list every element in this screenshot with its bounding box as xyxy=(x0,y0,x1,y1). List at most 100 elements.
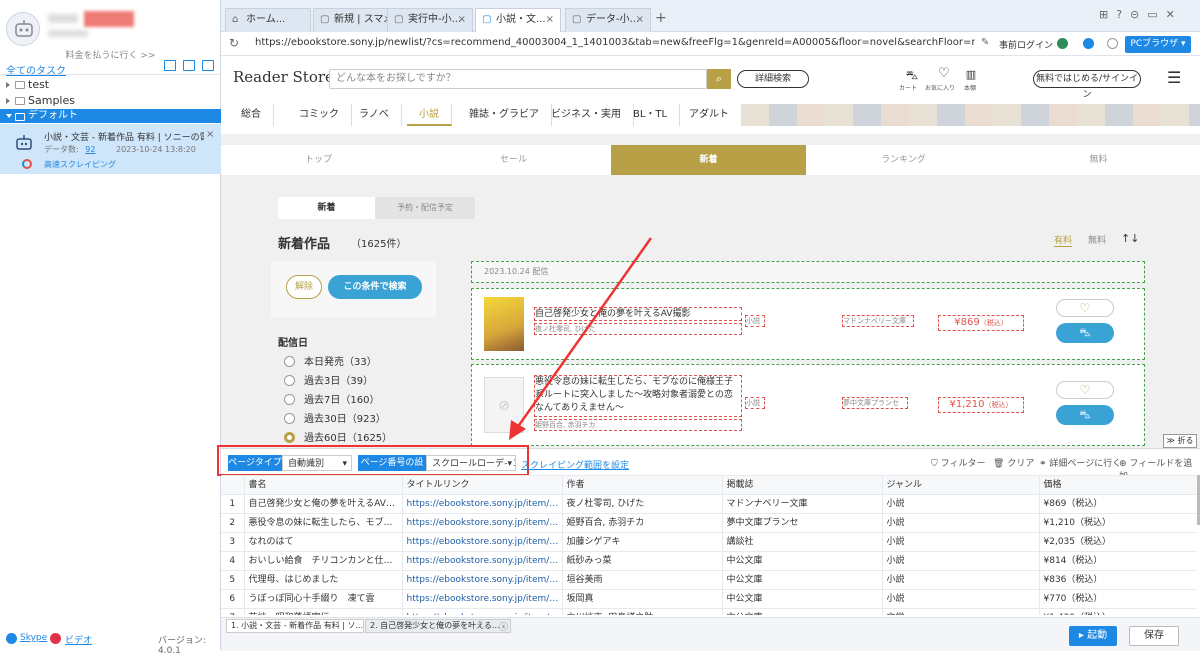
table-cell[interactable]: 小説 xyxy=(882,532,1040,552)
table-cell[interactable]: 垣谷美雨 xyxy=(562,570,723,590)
folder-samples[interactable]: Samples xyxy=(0,93,221,109)
close-icon[interactable]: × xyxy=(206,129,214,140)
table-cell[interactable]: ¥814（税込） xyxy=(1039,551,1197,571)
youtube-icon[interactable] xyxy=(50,633,61,644)
date-option[interactable]: 過去30日（923） xyxy=(284,410,386,425)
window-controls[interactable]: ⊞?⊝▭✕ xyxy=(1099,8,1183,21)
table-cell[interactable]: ¥836（税込） xyxy=(1039,570,1197,590)
skype-link[interactable]: Skype xyxy=(20,633,47,643)
table-cell[interactable]: マドンナベリー文庫 xyxy=(722,494,883,514)
table-cell[interactable]: 文学 xyxy=(882,608,1040,615)
close-icon[interactable]: ⓧ xyxy=(499,620,508,633)
task-item[interactable]: 小説・文芸 - 新着作品 有料 | ソニーの電子... × データ数: 92 2… xyxy=(0,124,221,174)
video-link[interactable]: ビデオ xyxy=(65,633,92,646)
chevron-down-icon[interactable] xyxy=(6,114,12,118)
table-cell[interactable]: https://ebookstore.sony.jp/item/BT000144… xyxy=(402,570,563,590)
radio-button[interactable] xyxy=(284,375,295,386)
scrape-range-link[interactable]: スクレイピング範囲を設定 xyxy=(521,458,629,471)
browser-tab-active[interactable]: ▢ 小説・文... × xyxy=(475,8,561,32)
column-header[interactable]: 書名 xyxy=(244,476,403,495)
table-row[interactable]: 3 なれのはて https://ebookstore.sony.jp/item/BT… xyxy=(221,532,1197,552)
table-cell[interactable]: 自己啓発少女と俺の夢を叶えるAV撮影 xyxy=(244,494,403,514)
reload-icon[interactable]: ↻ xyxy=(229,36,239,50)
table-cell[interactable]: https://ebookstore.sony.jp/item/BT000144… xyxy=(402,513,563,533)
export-icon[interactable] xyxy=(202,60,214,71)
radio-button[interactable] xyxy=(284,413,295,424)
table-row[interactable]: 4おいしい給食 チリコンカンと仕事の友達https://ebookstore.s… xyxy=(221,551,1197,571)
status-icon[interactable] xyxy=(1083,38,1094,49)
save-button[interactable]: 保存 xyxy=(1129,626,1179,646)
radio-button[interactable] xyxy=(284,432,295,443)
table-cell[interactable]: おいしい給食 チリコンカンと仕事の友達 xyxy=(244,551,403,571)
login-button[interactable]: 事前ログイン xyxy=(999,38,1053,51)
date-option[interactable]: 本日発売（33） xyxy=(284,353,377,368)
table-cell[interactable]: 小説 xyxy=(882,589,1040,609)
status-icon[interactable] xyxy=(1107,38,1118,49)
new-folder-icon[interactable] xyxy=(183,60,195,71)
table-cell[interactable]: ¥1,430（税込） xyxy=(1039,608,1197,615)
skype-icon[interactable] xyxy=(6,633,17,644)
table-row[interactable]: 6 うぽっぽ同心十手綴り 凍て雲 https://ebookstore.sony.j… xyxy=(221,589,1197,609)
table-row[interactable]: 5 代理母、はじめました https://ebookstore.sony.jp/it… xyxy=(221,570,1197,590)
table-cell[interactable]: 小説 xyxy=(882,570,1040,590)
clear-data-button[interactable]: 🗑 クリア xyxy=(993,456,1034,469)
table-cell[interactable]: 姫野百合, 赤羽チカ xyxy=(562,513,723,533)
table-cell[interactable]: 悪役令息の妹に転生したら、モブなのに俺... xyxy=(244,513,403,533)
start-button[interactable]: ▸ 起動 xyxy=(1069,626,1117,646)
table-cell[interactable]: 中公文庫 xyxy=(722,589,883,609)
table-cell[interactable]: 夢中文庫プランセ xyxy=(722,513,883,533)
table-cell[interactable]: ¥770（税込） xyxy=(1039,589,1197,609)
status-icon[interactable] xyxy=(1057,38,1068,49)
pc-browser-button[interactable]: PCブラウザ ▾ xyxy=(1125,36,1191,53)
radio-button[interactable] xyxy=(284,356,295,367)
data-count[interactable]: 92 xyxy=(85,145,95,154)
filter-button[interactable]: ⛉ フィルター xyxy=(931,456,985,469)
table-cell[interactable]: https://ebookstore.sony.jp/item/BT000144… xyxy=(402,589,563,609)
edit-icon[interactable]: ✎ xyxy=(981,37,989,48)
avatar[interactable] xyxy=(6,12,40,46)
table-cell[interactable]: ¥869（税込） xyxy=(1039,494,1197,514)
date-option[interactable]: 過去3日（39） xyxy=(284,372,373,387)
close-icon[interactable]: × xyxy=(458,9,466,31)
table-cell[interactable]: 坂岡真 xyxy=(562,589,723,609)
table-cell[interactable]: 中公文庫 xyxy=(722,608,883,615)
table-cell[interactable]: 小説 xyxy=(882,494,1040,514)
folder-default[interactable]: デフォルト xyxy=(0,109,221,123)
table-cell[interactable]: https://ebookstore.sony.jp/item/BT000143… xyxy=(402,494,563,514)
table-cell[interactable]: 講談社 xyxy=(722,532,883,552)
column-header[interactable]: タイトルリンク xyxy=(402,476,563,495)
table-cell[interactable]: ¥1,210（税込） xyxy=(1039,513,1197,533)
browser-tab[interactable]: ⌂ ホーム... xyxy=(225,8,311,32)
table-row[interactable]: 2悪役令息の妹に転生したら、モブなのに俺...https://ebookstor… xyxy=(221,513,1197,533)
table-cell[interactable]: 紙砂みっ菜 xyxy=(562,551,723,571)
table-cell[interactable]: 中公文庫 xyxy=(722,570,883,590)
chevron-right-icon[interactable] xyxy=(6,82,10,88)
import-icon[interactable] xyxy=(164,60,176,71)
result-tab[interactable]: 2. 自己啓発少女と俺の夢を叶える... xyxy=(365,619,511,633)
browser-tab[interactable]: ▢ 実行中-小... × xyxy=(387,8,473,32)
table-cell[interactable]: 加藤シゲアキ xyxy=(562,532,723,552)
table-row[interactable]: 1 自己啓発少女と俺の夢を叶えるAV撮影 https://ebookstore.so… xyxy=(221,494,1197,514)
column-header[interactable]: 掲載誌 xyxy=(722,476,883,495)
table-cell[interactable]: https://ebookstore.sony.jp/item/BT000144… xyxy=(402,608,563,615)
close-icon[interactable]: × xyxy=(546,9,554,31)
radio-button[interactable] xyxy=(284,394,295,405)
column-header[interactable]: ジャンル xyxy=(882,476,1040,495)
table-cell[interactable]: なれのはて xyxy=(244,532,403,552)
close-icon[interactable]: × xyxy=(636,9,644,31)
table-row[interactable]: 7芸談 昭和落語家伝https://ebookstore.sony.jp/ite… xyxy=(221,608,1197,615)
date-option[interactable]: 過去7日（160） xyxy=(284,391,379,406)
table-cell[interactable]: https://ebookstore.sony.jp/item/BT000144… xyxy=(402,551,563,571)
column-header[interactable]: 価格 xyxy=(1039,476,1197,495)
column-header[interactable]: 作者 xyxy=(562,476,723,495)
url-input[interactable]: https://ebookstore.sony.jp/newlist/?cs=r… xyxy=(255,37,975,48)
table-cell[interactable]: うぽっぽ同心十手綴り 凍て雲 xyxy=(244,589,403,609)
folder-test[interactable]: test xyxy=(0,77,221,93)
table-cell[interactable]: ¥2,035（税込） xyxy=(1039,532,1197,552)
new-tab-icon[interactable]: + xyxy=(655,10,667,26)
table-cell[interactable]: 中公文庫 xyxy=(722,551,883,571)
table-cell[interactable]: 代理母、はじめました xyxy=(244,570,403,590)
date-option[interactable]: 過去60日（1625） xyxy=(284,429,392,444)
chevron-right-icon[interactable] xyxy=(6,98,10,104)
result-tab-active[interactable]: 1. 小説・文芸 - 新着作品 有料 | ソ... xyxy=(226,619,364,633)
